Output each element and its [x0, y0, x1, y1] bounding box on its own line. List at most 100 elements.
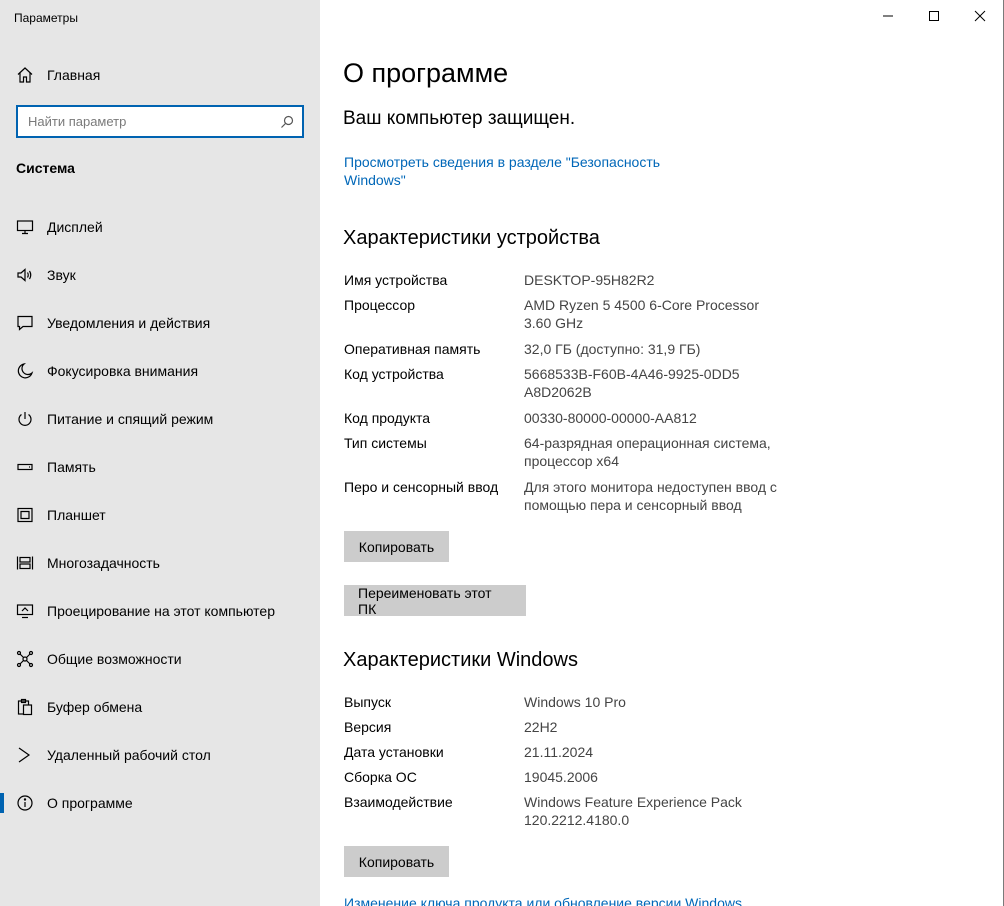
rename-pc-button[interactable]: Переименовать этот ПК [344, 585, 526, 617]
sidebar-item-label: Удаленный рабочий стол [47, 747, 211, 763]
spec-key: Взаимодействие [344, 794, 453, 810]
spec-key: Процессор [344, 297, 416, 313]
spec-value: Windows Feature Experience Pack 120.2212… [524, 794, 742, 828]
remote-desktop-icon [16, 746, 34, 764]
spec-key: Имя устройства [344, 272, 448, 288]
spec-value: 00330-80000-00000-AA812 [524, 410, 697, 426]
spec-row: Имя устройства DESKTOP-95H82R2 [344, 271, 804, 296]
spec-value: 21.11.2024 [524, 744, 594, 760]
spec-key: Перо и сенсорный ввод [344, 479, 499, 495]
spec-value: Для этого монитора недоступен ввод с пом… [524, 479, 777, 513]
maximize-button[interactable] [911, 0, 957, 36]
caption-buttons [865, 0, 1003, 36]
sidebar-item-power[interactable]: Питание и спящий режим [0, 395, 320, 443]
speaker-icon [16, 266, 34, 284]
change-product-key-link[interactable]: Изменение ключа продукта или обновление … [344, 895, 742, 906]
storage-icon [16, 458, 34, 476]
sidebar-item-display[interactable]: Дисплей [0, 203, 320, 251]
moon-icon [16, 362, 34, 380]
section-heading: Система [16, 160, 75, 176]
sidebar-nav: Дисплей Звук Уведомления и действия Фоку… [0, 203, 320, 827]
spec-value: Windows 10 Pro [524, 694, 626, 710]
device-specs-table: Имя устройства DESKTOP-95H82R2 Процессор… [344, 271, 804, 522]
clipboard-icon [16, 698, 34, 716]
spec-key: Дата установки [344, 744, 444, 760]
sidebar-item-about[interactable]: О программе [0, 779, 320, 827]
sidebar-item-label: Буфер обмена [47, 699, 143, 715]
spec-value: 5668533B-F60B-4A46-9925-0DD5A8D2062B [524, 366, 740, 400]
sidebar-item-focus-assist[interactable]: Фокусировка внимания [0, 347, 320, 395]
spec-value: 19045.2006 [524, 769, 598, 785]
spec-row: Дата установки 21.11.2024 [344, 743, 804, 768]
spec-key: Выпуск [344, 694, 391, 710]
spec-row: Тип системы 64-разрядная операционная си… [344, 434, 804, 478]
copy-device-specs-button[interactable]: Копировать [344, 531, 449, 562]
tablet-icon [16, 506, 34, 524]
spec-row: Выпуск Windows 10 Pro [344, 693, 804, 718]
multitasking-icon [16, 554, 34, 572]
search-input[interactable] [28, 114, 280, 129]
home-label: Главная [47, 67, 101, 83]
sidebar-item-sound[interactable]: Звук [0, 251, 320, 299]
sidebar-item-tablet[interactable]: Планшет [0, 491, 320, 539]
sidebar-item-remote-desktop[interactable]: Удаленный рабочий стол [0, 731, 320, 779]
spec-row: Оперативная память 32,0 ГБ (доступно: 31… [344, 340, 804, 365]
sidebar-item-label: Многозадачность [47, 555, 160, 571]
spec-key: Оперативная память [344, 341, 481, 357]
spec-row: Процессор AMD Ryzen 5 4500 6-Core Proces… [344, 296, 804, 340]
sidebar-item-label: Планшет [47, 507, 106, 523]
sidebar-item-notifications[interactable]: Уведомления и действия [0, 299, 320, 347]
spec-value: AMD Ryzen 5 4500 6-Core Processor 3.60 G… [524, 297, 759, 331]
sidebar: Параметры Главная Система [0, 0, 320, 906]
home-nav-item[interactable]: Главная [0, 60, 320, 90]
power-icon [16, 410, 34, 428]
spec-row: Версия 22H2 [344, 718, 804, 743]
sidebar-item-label: О программе [47, 795, 133, 811]
monitor-icon [16, 218, 34, 236]
spec-value: DESKTOP-95H82R2 [524, 272, 655, 288]
copy-windows-specs-button[interactable]: Копировать [344, 846, 449, 877]
sidebar-item-label: Уведомления и действия [47, 315, 211, 331]
spec-key: Код устройства [344, 366, 444, 382]
windows-security-link[interactable]: Просмотреть сведения в разделе "Безопасн… [344, 153, 684, 189]
sidebar-item-projection[interactable]: Проецирование на этот компьютер [0, 587, 320, 635]
page-title: О программе [343, 58, 509, 88]
spec-key: Тип системы [344, 435, 427, 451]
spec-value: 64-разрядная операционная система, проце… [524, 435, 771, 469]
info-icon [16, 794, 34, 812]
sidebar-item-label: Звук [47, 267, 76, 283]
search-box[interactable] [16, 105, 304, 138]
sidebar-item-label: Дисплей [47, 219, 103, 235]
spec-row: Код устройства 5668533B-F60B-4A46-9925-0… [344, 365, 804, 409]
minimize-icon [882, 9, 894, 27]
spec-key: Версия [344, 719, 392, 735]
sidebar-item-label: Общие возможности [47, 651, 182, 667]
maximize-icon [928, 9, 940, 27]
settings-window: Параметры Главная Система [0, 0, 1004, 906]
sidebar-item-clipboard[interactable]: Буфер обмена [0, 683, 320, 731]
sidebar-item-label: Питание и спящий режим [47, 411, 214, 427]
spec-row: Сборка ОС 19045.2006 [344, 768, 804, 793]
sidebar-item-label: Проецирование на этот компьютер [47, 603, 275, 619]
minimize-button[interactable] [865, 0, 911, 36]
main-content: О программе Ваш компьютер защищен. Просм… [320, 0, 1004, 906]
spec-row: Код продукта 00330-80000-00000-AA812 [344, 409, 804, 434]
spec-row: Перо и сенсорный ввод Для этого монитора… [344, 478, 804, 522]
sidebar-item-shared-experiences[interactable]: Общие возможности [0, 635, 320, 683]
windows-specs-table: Выпуск Windows 10 Pro Версия 22H2 Дата у… [344, 693, 804, 837]
spec-value: 22H2 [524, 719, 558, 735]
close-icon [974, 9, 986, 27]
spec-key: Сборка ОС [344, 769, 417, 785]
home-icon [16, 66, 34, 84]
search-icon[interactable] [280, 115, 294, 129]
close-button[interactable] [957, 0, 1003, 36]
notification-icon [16, 314, 34, 332]
spec-key: Код продукта [344, 410, 431, 426]
sidebar-item-storage[interactable]: Память [0, 443, 320, 491]
projection-icon [16, 602, 34, 620]
device-specs-heading: Характеристики устройства [343, 227, 600, 249]
shared-experiences-icon [16, 650, 34, 668]
spec-value: 32,0 ГБ (доступно: 31,9 ГБ) [524, 341, 701, 357]
sidebar-item-multitasking[interactable]: Многозадачность [0, 539, 320, 587]
sidebar-item-label: Фокусировка внимания [47, 363, 199, 379]
